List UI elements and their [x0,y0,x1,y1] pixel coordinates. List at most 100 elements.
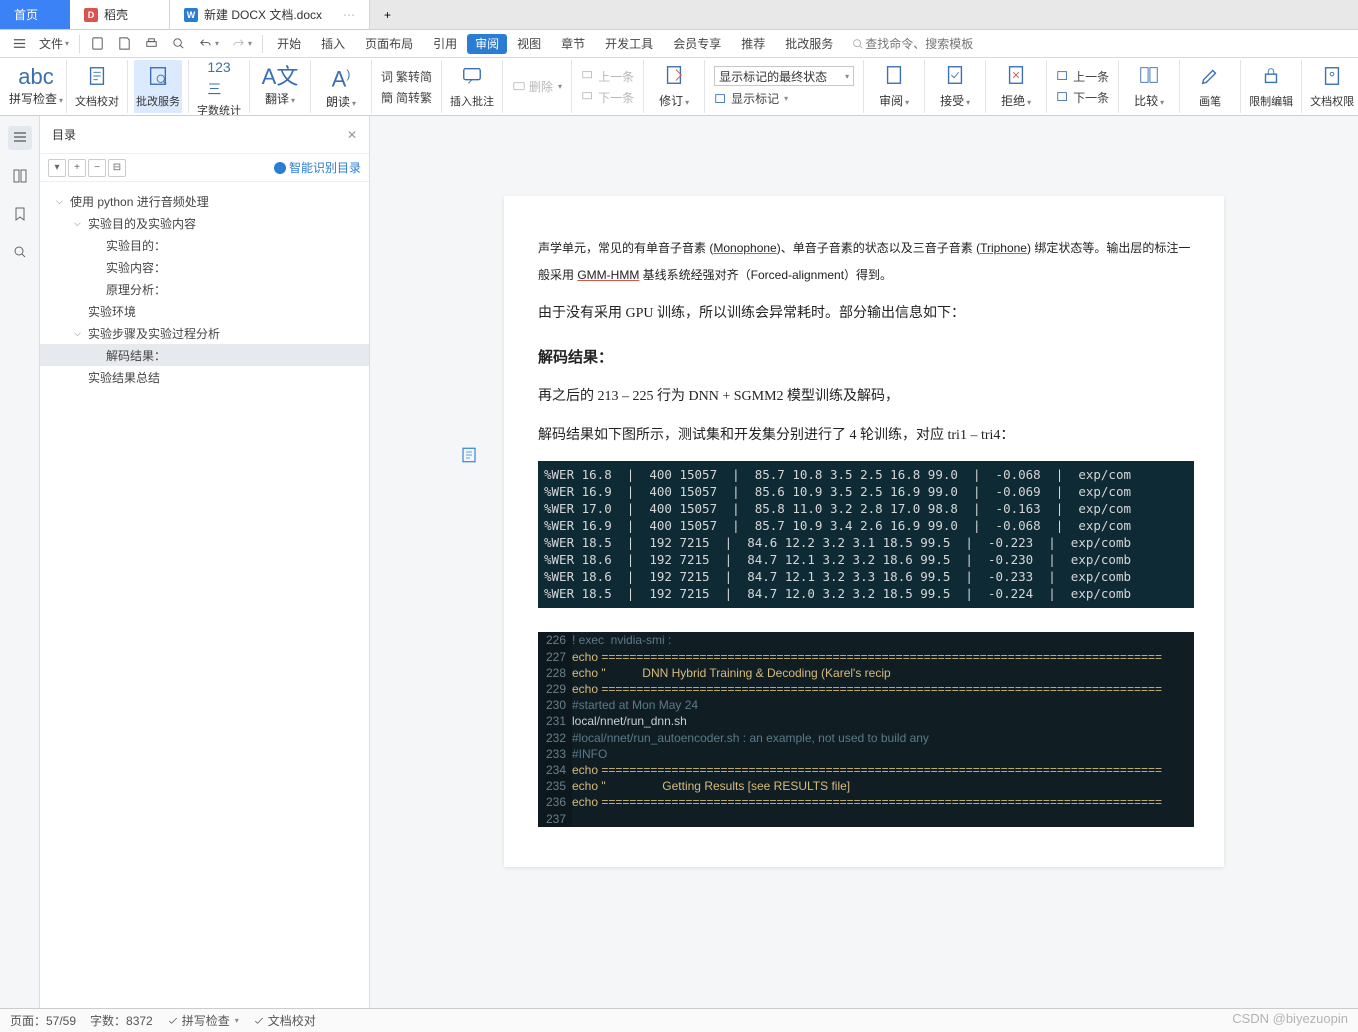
save-icon[interactable] [111,32,138,56]
lbl: 显示标记 [731,90,779,107]
tab-home[interactable]: 首页 [0,0,70,29]
menutab-开始[interactable]: 开始 [267,30,311,58]
file-menu[interactable]: 文件▾ [33,32,75,56]
menutab-批改服务[interactable]: 批改服务 [775,30,843,58]
menutab-会员专享[interactable]: 会员专享 [663,30,731,58]
lbl: 画笔 [1199,93,1221,109]
lbl: 修订 [659,94,683,108]
find-icon[interactable] [8,240,32,264]
tab-home-label: 首页 [14,6,38,23]
next-comment-button[interactable]: 下一条 [581,89,634,106]
heading: 解码结果： [538,344,1194,373]
collapse-all-button[interactable]: ▾ [48,159,66,177]
document-area[interactable]: 声学单元，常见的有单音子音素 (Monophone)、单音子音素的状态以及三音子… [370,116,1358,1008]
toc-node[interactable]: 实验内容： [40,256,369,278]
nav-icon[interactable] [8,164,32,188]
lbl: 朗读 [326,95,350,109]
close-icon[interactable]: ✕ [347,128,357,142]
doc-permission-button[interactable]: 文档权限 [1308,60,1356,113]
toc-node[interactable]: ⌵实验目的及实验内容 [40,212,369,234]
menutab-审阅[interactable]: 审阅 [467,34,507,54]
smart-toc-button[interactable]: 智能识别目录 [274,159,361,176]
undo-icon[interactable]: ▾ [192,32,225,56]
preview-icon[interactable] [165,32,192,56]
toc-node[interactable]: 解码结果： [40,344,369,366]
menutab-引用[interactable]: 引用 [423,30,467,58]
menutab-推荐[interactable]: 推荐 [731,30,775,58]
speak-button[interactable]: A)朗读▾ [317,60,365,113]
translate-button[interactable]: A文翻译▾ [256,60,304,113]
delete-comment-button[interactable]: 删除▾ [512,78,562,95]
status-bar: 页面：57/59 字数：8372 拼写检查▾ 文档校对 [0,1008,1358,1032]
tab-dk[interactable]: D稻壳 [70,0,170,29]
tab-menu-icon[interactable]: ⋯ [343,8,355,22]
window-tabbar: 首页 D稻壳 W新建 DOCX 文档.docx⋯ + [0,0,1358,30]
spell-check-button[interactable]: abc拼写检查▾ [12,60,60,113]
lbl: 插入批注 [450,93,494,109]
expand-button[interactable]: + [68,159,86,177]
bookmark-icon[interactable] [8,202,32,226]
compare-button[interactable]: 比较▾ [1125,60,1173,113]
search-input[interactable] [865,37,1005,51]
page-float-icon[interactable] [460,446,478,464]
code-block: 226! exec nvidia-smi :227echo ==========… [538,632,1194,826]
menutab-视图[interactable]: 视图 [507,30,551,58]
print-icon[interactable] [138,32,165,56]
left-rail [0,116,40,1008]
toc-node[interactable]: ⌵实验步骤及实验过程分析 [40,322,369,344]
terminal-output: %WER 16.8 | 400 15057 | 85.7 10.8 3.5 2.… [538,461,1194,608]
lbl: 拼写检查 [9,92,57,106]
restrict-edit-button[interactable]: 限制编辑 [1247,60,1295,113]
lbl: 限制编辑 [1249,93,1293,109]
next-change-button[interactable]: 下一条 [1056,89,1109,106]
status-spell-check[interactable]: 拼写检查▾ [167,1012,239,1029]
lbl: 拼写检查 [182,1012,230,1029]
ribbon: abc拼写检查▾ 文档校对 批改服务 123三字数统计 A文翻译▾ A)朗读▾ … [0,58,1358,116]
toc-node[interactable]: 实验环境 [40,300,369,322]
lbl: 文档校对 [268,1012,316,1029]
tab-add[interactable]: + [370,0,405,29]
toc-node[interactable]: 实验目的： [40,234,369,256]
pen-button[interactable]: 画笔 [1186,60,1234,113]
track-changes-button[interactable]: 修订▾ [650,60,698,113]
toc-node[interactable]: 实验结果总结 [40,366,369,388]
correction-service-button[interactable]: 批改服务 [134,60,182,113]
outline-icon[interactable] [8,126,32,150]
word-count-button[interactable]: 123三字数统计 [195,60,243,113]
trad-to-simp-button[interactable]: 词繁转简 [381,68,432,85]
hamburger-icon[interactable] [6,32,33,56]
menutab-开发工具[interactable]: 开发工具 [595,30,663,58]
lbl: 删除 [529,78,553,95]
redo-icon[interactable]: ▾ [225,32,258,56]
toc-node[interactable]: ⌵使用 python 进行音频处理 [40,190,369,212]
toc-node[interactable]: 原理分析： [40,278,369,300]
toc-title: 目录 [52,126,76,143]
display-mode-select[interactable]: 显示标记的最终状态▾ [714,66,854,86]
level-button[interactable]: ⊟ [108,159,126,177]
reject-button[interactable]: 拒绝▾ [992,60,1040,113]
word-count[interactable]: 字数：8372 [90,1012,153,1029]
page-indicator[interactable]: 页面：57/59 [10,1012,76,1029]
command-search[interactable] [851,37,1005,51]
menutab-章节[interactable]: 章节 [551,30,595,58]
review-pane-button[interactable]: 审阅▾ [870,60,918,113]
insert-comment-button[interactable]: 插入批注 [448,60,496,113]
paragraph: 解码结果如下图所示，测试集和开发集分别进行了 4 轮训练，对应 tri1 – t… [538,423,1194,450]
status-proof[interactable]: 文档校对 [253,1012,316,1029]
menubar: 文件▾ ▾ ▾ 开始插入页面布局引用审阅视图章节开发工具会员专享推荐批改服务 [0,30,1358,58]
lbl: 上一条 [598,68,634,85]
menutab-页面布局[interactable]: 页面布局 [355,30,423,58]
tab-dk-label: 稻壳 [104,6,128,23]
doc-proof-button[interactable]: 文档校对 [73,60,121,113]
new-icon[interactable] [84,32,111,56]
show-marks-button[interactable]: 显示标记▾ [714,90,854,107]
collapse-button[interactable]: − [88,159,106,177]
accept-button[interactable]: 接受▾ [931,60,979,113]
prev-comment-button[interactable]: 上一条 [581,68,634,85]
menutab-插入[interactable]: 插入 [311,30,355,58]
simp-to-trad-button[interactable]: 簡简转繁 [381,89,432,106]
lbl: 显示标记的最终状态 [719,68,827,85]
tab-document[interactable]: W新建 DOCX 文档.docx⋯ [170,0,370,29]
prev-change-button[interactable]: 上一条 [1056,68,1109,85]
lbl: 文档权限 [1310,93,1354,109]
